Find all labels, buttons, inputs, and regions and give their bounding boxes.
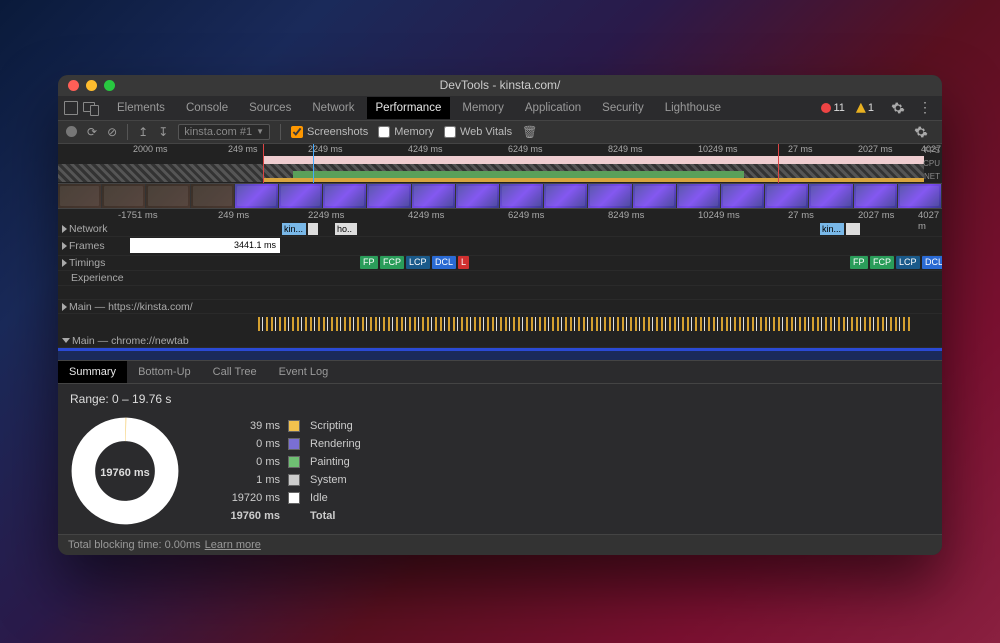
settings-icon[interactable]: [891, 101, 905, 115]
tab-application[interactable]: Application: [516, 97, 590, 119]
timing-chip-fp[interactable]: FP: [850, 256, 868, 269]
record-button[interactable]: [66, 126, 77, 137]
legend-swatch: [288, 492, 300, 504]
network-track[interactable]: Network kin...ho..kin...: [58, 222, 942, 237]
tab-console[interactable]: Console: [177, 97, 237, 119]
screenshots-filmstrip[interactable]: [58, 184, 942, 209]
tab-elements[interactable]: Elements: [108, 97, 174, 119]
capture-settings-icon[interactable]: [914, 125, 928, 139]
tbt-label: Total blocking time: 0.00ms: [68, 539, 201, 551]
reload-record-button[interactable]: ⟳: [87, 125, 97, 139]
network-request-bar[interactable]: ho..: [335, 223, 357, 235]
status-bar: Total blocking time: 0.00ms Learn more: [58, 534, 942, 555]
fps-strip: [263, 156, 924, 164]
timing-chip-fcp[interactable]: FCP: [870, 256, 894, 269]
svg-text:19760 ms: 19760 ms: [100, 467, 150, 479]
learn-more-link[interactable]: Learn more: [205, 539, 261, 551]
timing-chip-dcl[interactable]: DCL: [432, 256, 456, 269]
network-request-bar[interactable]: kin...: [282, 223, 306, 235]
error-badge[interactable]: 11: [821, 102, 844, 114]
timing-chip-fcp[interactable]: FCP: [380, 256, 404, 269]
main-thread-2[interactable]: Main — chrome://newtab: [58, 334, 942, 348]
timing-chip-dcl[interactable]: DCL: [922, 256, 942, 269]
cpu-strip: [58, 164, 924, 182]
performance-toolbar: ⟳ ⊘ ↥ ↧ kinsta.com #1▼ Screenshots Memor…: [58, 121, 942, 145]
network-request-bar[interactable]: [846, 223, 860, 235]
warning-badge[interactable]: 1: [856, 102, 874, 114]
marker-line: [778, 144, 779, 183]
tab-performance[interactable]: Performance: [367, 97, 451, 119]
legend-swatch: [288, 420, 300, 432]
frame-tooltip: 3441.1 ms: [130, 238, 280, 253]
overview-row-labels: FPSCPUNET: [923, 144, 940, 183]
time-donut-chart: 19760 ms: [70, 416, 180, 526]
timing-chip-l[interactable]: L: [458, 256, 469, 269]
tab-security[interactable]: Security: [593, 97, 653, 119]
window-title: DevTools - kinsta.com/: [58, 78, 942, 92]
timing-chip-lcp[interactable]: LCP: [406, 256, 430, 269]
webvitals-checkbox[interactable]: Web Vitals: [444, 126, 512, 138]
experience-track[interactable]: Experience: [58, 271, 942, 286]
flame-chart-2[interactable]: [58, 348, 942, 360]
tab-sources[interactable]: Sources: [240, 97, 300, 119]
tab-lighthouse[interactable]: Lighthouse: [656, 97, 730, 119]
legend-swatch: [288, 474, 300, 486]
summary-panel: Range: 0 – 19.76 s 19760 ms 39 msScripti…: [58, 384, 942, 534]
tab-network[interactable]: Network: [303, 97, 363, 119]
details-tab-summary[interactable]: Summary: [58, 361, 127, 383]
inspect-element-icon[interactable]: [64, 101, 78, 115]
tab-memory[interactable]: Memory: [453, 97, 513, 119]
details-tab-event-log[interactable]: Event Log: [268, 361, 340, 383]
details-tab-call-tree[interactable]: Call Tree: [202, 361, 268, 383]
devtools-window: DevTools - kinsta.com/ ElementsConsoleSo…: [58, 75, 942, 555]
range-label: Range: 0 – 19.76 s: [70, 392, 930, 406]
device-toggle-icon[interactable]: [83, 102, 99, 114]
gc-button[interactable]: 🗑: [522, 125, 537, 139]
marker-line: [313, 144, 314, 183]
timing-chip-fp[interactable]: FP: [360, 256, 378, 269]
recording-select[interactable]: kinsta.com #1▼: [178, 124, 270, 140]
tracks-panel: Network kin...ho..kin... Frames 3441.1 m…: [58, 222, 942, 360]
network-request-bar[interactable]: [308, 223, 318, 235]
screenshots-checkbox[interactable]: Screenshots: [291, 126, 368, 138]
detail-ruler[interactable]: -1751 ms249 ms2249 ms4249 ms6249 ms8249 …: [58, 209, 942, 222]
details-tab-bottom-up[interactable]: Bottom-Up: [127, 361, 202, 383]
panel-tabbar: ElementsConsoleSourcesNetworkPerformance…: [58, 96, 942, 121]
summary-legend: 39 msScripting0 msRendering0 msPainting1…: [220, 420, 390, 522]
frames-track[interactable]: Frames 3441.1 ms: [58, 237, 942, 256]
details-tabbar: SummaryBottom-UpCall TreeEvent Log: [58, 360, 942, 384]
main-thread-1[interactable]: Main — https://kinsta.com/: [58, 300, 942, 314]
timing-chip-lcp[interactable]: LCP: [896, 256, 920, 269]
titlebar: DevTools - kinsta.com/: [58, 75, 942, 96]
clear-button[interactable]: ⊘: [107, 125, 117, 139]
memory-checkbox[interactable]: Memory: [378, 126, 434, 138]
more-icon[interactable]: ⋮: [914, 99, 936, 116]
load-profile-button[interactable]: ↥: [138, 125, 148, 139]
save-profile-button[interactable]: ↧: [158, 125, 168, 139]
legend-swatch: [288, 456, 300, 468]
overview-ruler: 2000 ms249 ms2249 ms4249 ms6249 ms8249 m…: [58, 144, 942, 156]
marker-line: [263, 144, 264, 183]
overview-minimap[interactable]: 2000 ms249 ms2249 ms4249 ms6249 ms8249 m…: [58, 144, 942, 184]
flame-chart-1[interactable]: [58, 314, 942, 334]
legend-swatch: [288, 438, 300, 450]
timings-track[interactable]: Timings FPFCPLCPDCLLFPFCPLCPDCLL: [58, 256, 942, 271]
network-request-bar[interactable]: kin...: [820, 223, 844, 235]
